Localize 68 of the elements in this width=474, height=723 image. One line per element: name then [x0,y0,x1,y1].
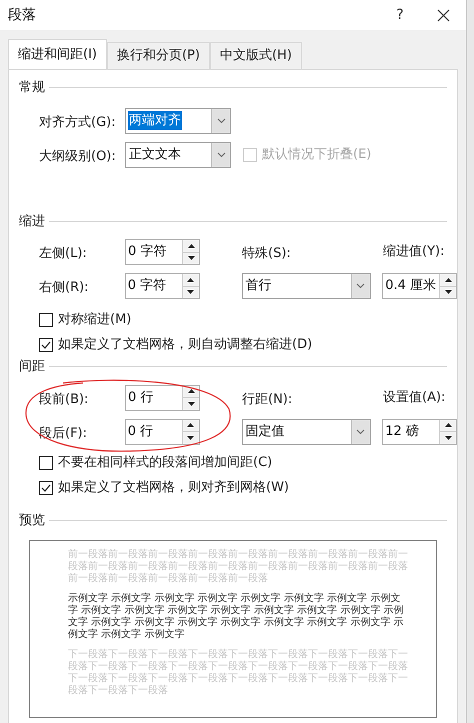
dropdown[interactable]: 首行 [242,273,371,299]
spin-box[interactable]: 12 磅 [382,418,458,444]
dropdown-value: 首行 [244,277,273,296]
checkbox[interactable] [39,312,53,326]
spin-value: 12 磅 [385,422,419,441]
preview-next-text: 下一段落下一段落下一段落下一段落下一段落下一段落下一段落下一段落下一段落下一段落下一段落下一段落下一段落下一段落下一段落下一段落下一段落下一段落下一段落下一段落下一段落下一段落下一段落下一段落下一段落下一段落下一段落下一段落 [68,649,409,697]
help-button[interactable]: ? [380,0,420,30]
checkbox-label: 对称缩进(M) [58,310,132,329]
field-label: 大纲级别(O): [39,148,116,164]
spin-box[interactable]: 0 行 [125,384,200,410]
section-title: 常规 [19,79,45,97]
spin-up-icon[interactable] [440,420,456,432]
spin-value: 0 行 [128,422,154,441]
tab[interactable]: 中文版式(H) [210,42,302,69]
section-title: 预览 [19,512,45,530]
dropdown[interactable]: 两端对齐 [125,108,231,134]
checkbox[interactable] [39,456,53,470]
chevron-down-icon[interactable] [350,274,370,298]
spin-up-icon[interactable] [440,274,456,286]
dropdown[interactable]: 固定值 [242,418,371,444]
spin-value: 0.4 厘米 [385,277,436,296]
field-label: 设置值(A): [383,388,446,407]
field-label: 左侧(L): [39,246,87,261]
field-label: 特殊(S): [242,246,291,261]
spin-down-icon[interactable] [182,286,199,298]
dropdown-value: 固定值 [244,422,286,441]
spin-value: 0 字符 [128,243,166,262]
spin-box[interactable]: 0.4 厘米 [382,273,458,299]
spin-up-icon[interactable] [182,274,199,286]
spin-down-icon[interactable] [182,432,199,444]
spin-box[interactable]: 0 字符 [125,239,200,265]
checkbox-label: 如果定义了文档网格，则对齐到网格(W) [58,479,289,498]
spin-down-icon[interactable] [440,286,456,298]
spin-down-icon[interactable] [440,432,456,444]
chevron-down-icon[interactable] [350,420,370,444]
close-icon [436,8,450,22]
tab[interactable]: 换行和分页(P) [106,42,210,69]
spin-box[interactable]: 0 行 [124,418,200,444]
section-title: 缩进 [19,212,45,230]
checkbox-label: 如果定义了文档网格，则自动调整右缩进(D) [58,336,312,354]
spin-down-icon[interactable] [183,398,199,410]
checkbox[interactable] [39,481,53,495]
spin-up-icon[interactable] [183,386,199,398]
field-label: 段后(F): [39,426,88,440]
spin-up-icon[interactable] [182,420,199,432]
dropdown-value: 两端对齐 [128,110,182,130]
chevron-down-icon[interactable] [211,108,230,132]
spin-value: 0 行 [128,388,154,407]
tab[interactable]: 缩进和间距(I) [8,39,107,69]
dropdown[interactable]: 正文文本 [125,142,231,168]
spin-down-icon[interactable] [183,252,199,264]
field-label: 缩进值(Y): [383,243,444,262]
field-label: 对齐方式(G): [39,114,116,130]
chevron-down-icon[interactable] [211,142,230,166]
dropdown-value: 正文文本 [128,146,182,164]
spin-up-icon[interactable] [183,240,199,252]
spin-value: 0 字符 [128,277,166,296]
field-label: 行距(N): [242,392,292,406]
field-label: 右侧(R): [39,280,89,295]
spin-box[interactable]: 0 字符 [124,273,200,299]
checkbox-label: 默认情况下折叠(E) [262,146,372,164]
preview-sample-text: 示例文字 示例文字 示例文字 示例文字 示例文字 示例文字 示例文字 示例文字 示例文字 示例文字 示例文字 示例文字 示例文字 示例文字 示例文字 示例文字 示例文字 示例文字 示例文字 示例文字 示例文字 示例文字 示例文字 示例文字 示例文字 示例文字 [68,593,404,641]
preview-previous-text: 前一段落前一段落前一段落前一段落前一段落前一段落前一段落前一段落前一段落前一段落前一段落前一段落前一段落前一段落前一段落前一段落前一段落前一段落前一段落前一段落前一段落前一段落 [68,549,409,585]
window-title: 段落 [8,6,37,24]
checkbox[interactable] [39,338,53,352]
section-title: 间距 [19,358,45,376]
field-label: 段前(B): [39,392,88,406]
checkbox-label: 不要在相同样式的段落间增加间距(C) [58,454,272,472]
